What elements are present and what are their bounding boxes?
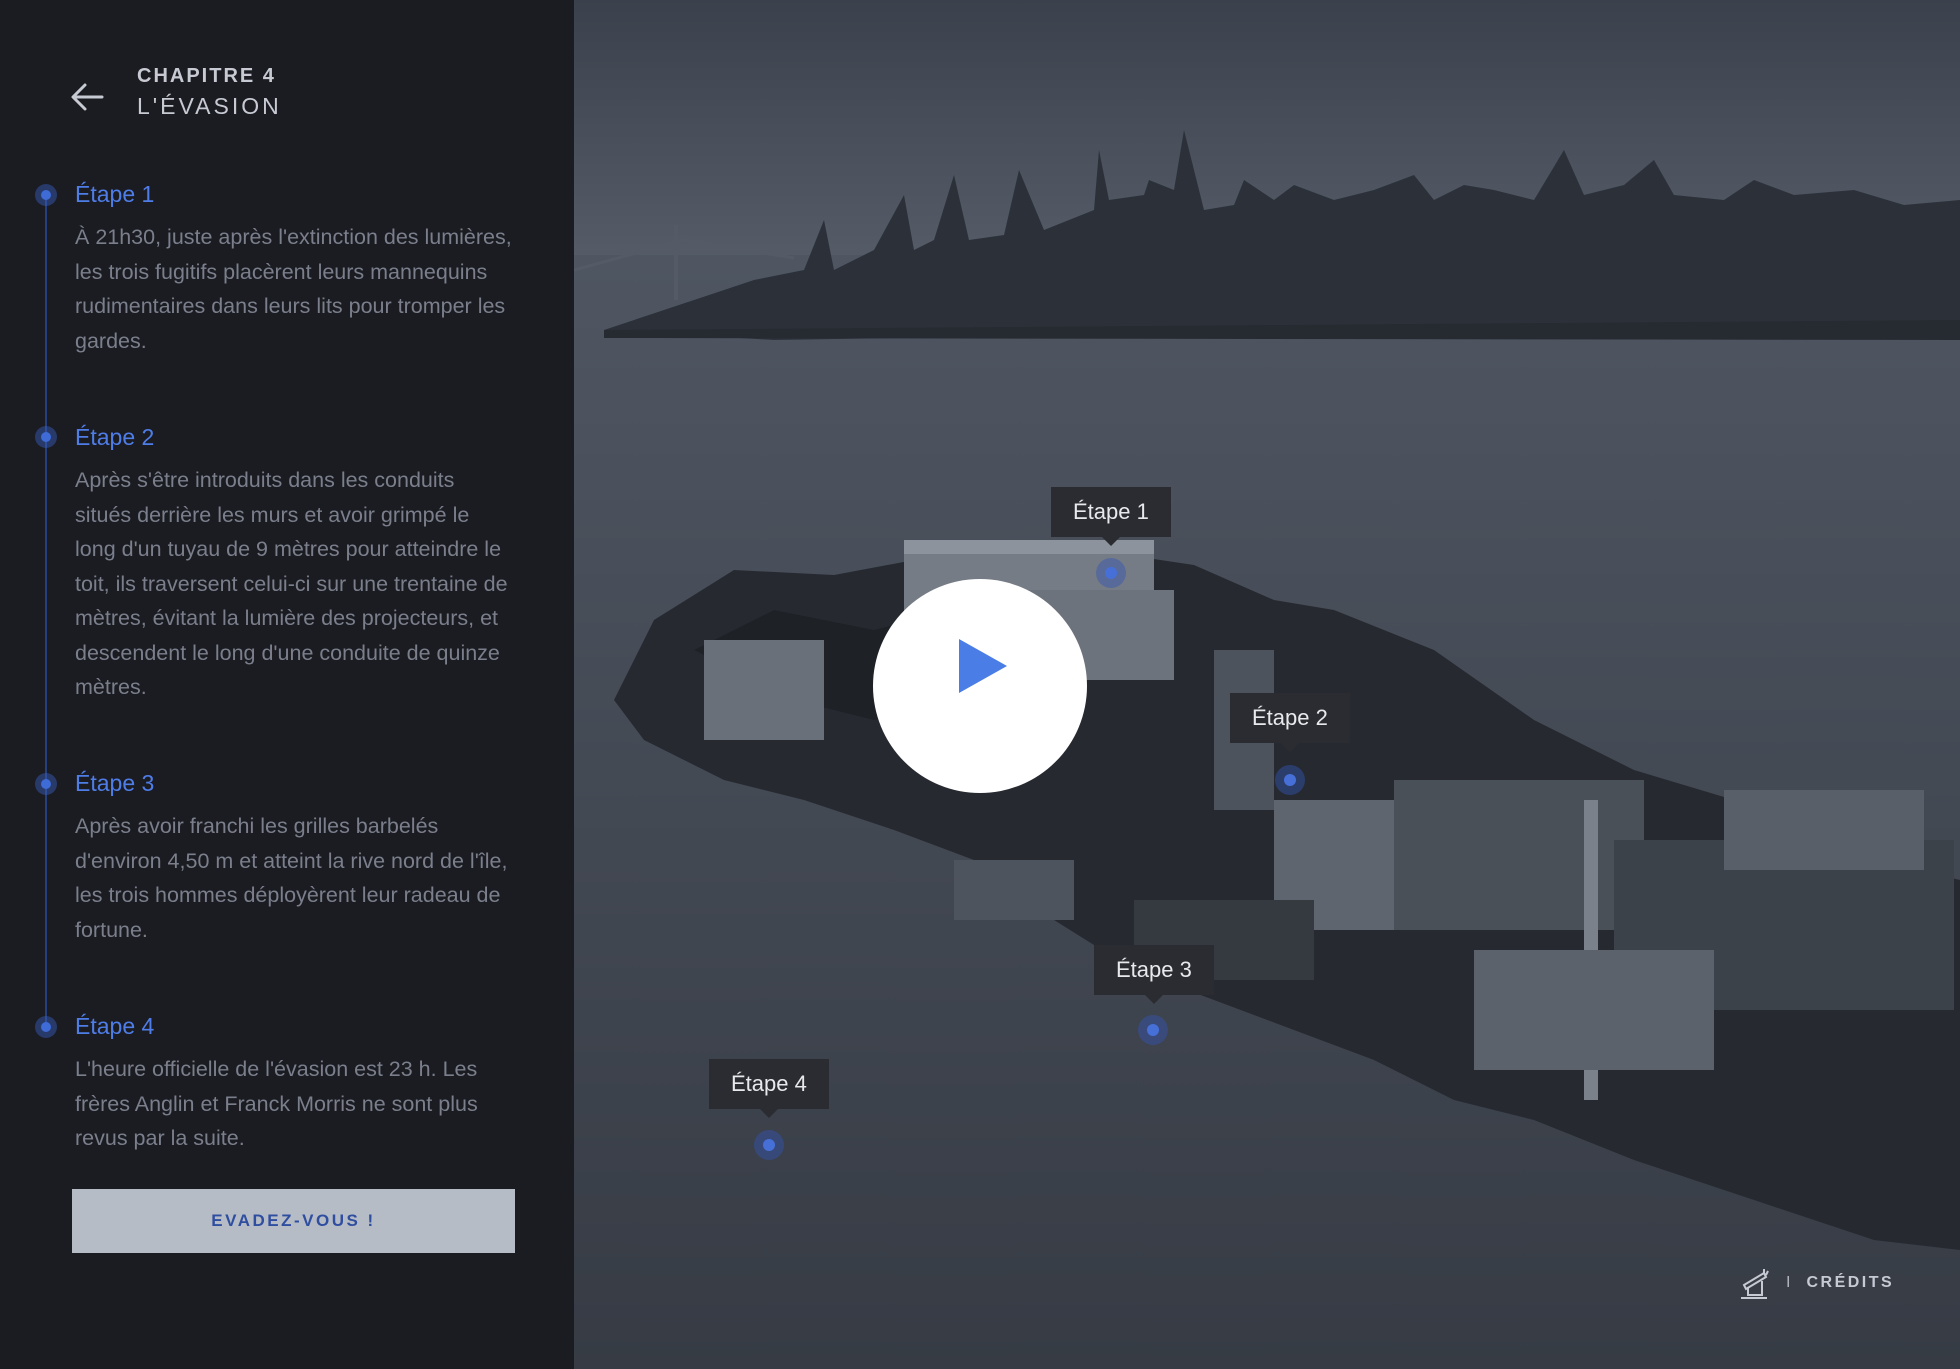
step-dot-icon[interactable] bbox=[35, 1016, 57, 1038]
map-tooltip-step-2[interactable]: Étape 2 bbox=[1230, 693, 1350, 752]
map-marker-dot-icon[interactable] bbox=[1138, 1015, 1168, 1045]
aerial-map: Étape 1 Étape 2 Étape 3 Étape 4 bbox=[574, 0, 1960, 1369]
map-marker-dot-icon[interactable] bbox=[1275, 765, 1305, 795]
step-description: Après avoir franchi les grilles barbelés… bbox=[75, 814, 508, 942]
island-illustration bbox=[574, 0, 1960, 1369]
escape-button[interactable]: EVADEZ-VOUS ! bbox=[72, 1189, 515, 1253]
sidebar: CHAPITRE 4 L'ÉVASION Étape 1 À 21h30, ju… bbox=[0, 0, 574, 1369]
timeline-line bbox=[45, 196, 47, 1026]
play-button[interactable] bbox=[873, 579, 1087, 793]
chapter-label: CHAPITRE 4 bbox=[137, 65, 276, 87]
map-tooltip-step-4[interactable]: Étape 4 bbox=[709, 1059, 829, 1118]
step-description: L'heure officielle de l'évasion est 23 h… bbox=[75, 1057, 478, 1150]
credits-separator: I bbox=[1786, 1274, 1791, 1291]
step-dot-icon[interactable] bbox=[35, 773, 57, 795]
map-marker-dot-icon[interactable] bbox=[1096, 558, 1126, 588]
chapter-title: L'ÉVASION bbox=[137, 93, 282, 119]
credits-link[interactable]: CRÉDITS bbox=[1806, 1274, 1894, 1292]
step-description: Après s'être introduits dans les conduit… bbox=[75, 468, 508, 699]
play-icon bbox=[959, 639, 1007, 693]
map-marker-dot-icon[interactable] bbox=[754, 1130, 784, 1160]
step-title[interactable]: Étape 2 bbox=[75, 424, 154, 451]
step-title[interactable]: Étape 4 bbox=[75, 1013, 154, 1040]
credits: I CRÉDITS bbox=[1738, 1265, 1894, 1301]
step-title[interactable]: Étape 3 bbox=[75, 770, 154, 797]
arrow-left-icon[interactable] bbox=[70, 80, 104, 114]
step-dot-icon[interactable] bbox=[35, 426, 57, 448]
step-dot-icon[interactable] bbox=[35, 184, 57, 206]
step-description: À 21h30, juste après l'extinction des lu… bbox=[75, 225, 512, 353]
map-tooltip-step-3[interactable]: Étape 3 bbox=[1094, 945, 1214, 1004]
flashlight-icon[interactable] bbox=[1738, 1265, 1770, 1301]
map-tooltip-step-1[interactable]: Étape 1 bbox=[1051, 487, 1171, 546]
step-title[interactable]: Étape 1 bbox=[75, 181, 154, 208]
